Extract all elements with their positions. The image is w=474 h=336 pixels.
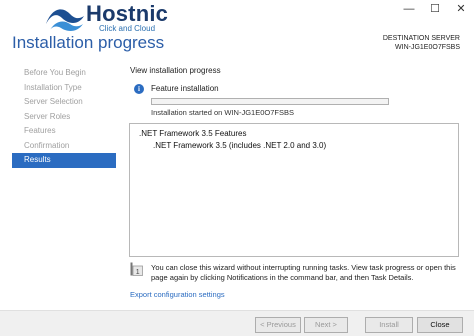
progress-bar <box>151 98 389 105</box>
section-heading: View installation progress <box>130 66 221 75</box>
results-list: .NET Framework 3.5 Features .NET Framewo… <box>129 123 459 257</box>
install-button[interactable]: Install <box>365 317 413 333</box>
result-feature-group: .NET Framework 3.5 Features <box>139 129 247 138</box>
logo-wave-icon <box>46 9 84 31</box>
previous-button[interactable]: < Previous <box>255 317 301 333</box>
sidebar-item-installation-type: Installation Type <box>24 82 82 92</box>
maximize-button[interactable]: ☐ <box>422 2 448 18</box>
info-icon: i <box>134 84 144 94</box>
result-feature-item: .NET Framework 3.5 (includes .NET 2.0 an… <box>153 141 327 150</box>
logo-tagline: Click and Cloud <box>99 24 156 33</box>
close-wizard-note: You can close this wizard without interr… <box>151 263 456 282</box>
page-title: Installation progress <box>12 33 165 52</box>
sidebar-item-before-you-begin: Before You Begin <box>24 68 86 77</box>
install-status: Feature installation <box>151 84 219 93</box>
destination-server-name: WIN-JG1E0O7FSBS <box>395 44 460 51</box>
sidebar-item-features: Features <box>24 126 56 135</box>
wizard-footer: < Previous Next > Install Close <box>0 310 474 336</box>
destination-server-label: DESTINATION SERVER <box>382 35 460 42</box>
sidebar-item-server-selection: Server Selection <box>24 97 83 106</box>
minimize-button[interactable]: — <box>396 2 422 18</box>
wizard-sidebar: Before You Begin Installation Type Serve… <box>12 66 116 168</box>
svg-text:1: 1 <box>136 269 140 276</box>
export-configuration-link[interactable]: Export configuration settings <box>130 290 225 299</box>
next-button[interactable]: Next > <box>304 317 348 333</box>
hostnic-logo: Hostnic Click and Cloud <box>44 0 174 36</box>
window-controls: — ☐ ✕ <box>396 2 474 18</box>
install-started-text: Installation started on WIN-JG1E0O7FSBS <box>151 108 294 117</box>
flag-notification-icon: 1 <box>130 262 143 276</box>
sidebar-item-server-roles: Server Roles <box>24 111 71 121</box>
close-window-button[interactable]: ✕ <box>448 2 474 18</box>
sidebar-item-results[interactable]: Results <box>12 153 116 168</box>
close-button[interactable]: Close <box>417 317 463 333</box>
sidebar-item-confirmation: Confirmation <box>24 140 70 150</box>
